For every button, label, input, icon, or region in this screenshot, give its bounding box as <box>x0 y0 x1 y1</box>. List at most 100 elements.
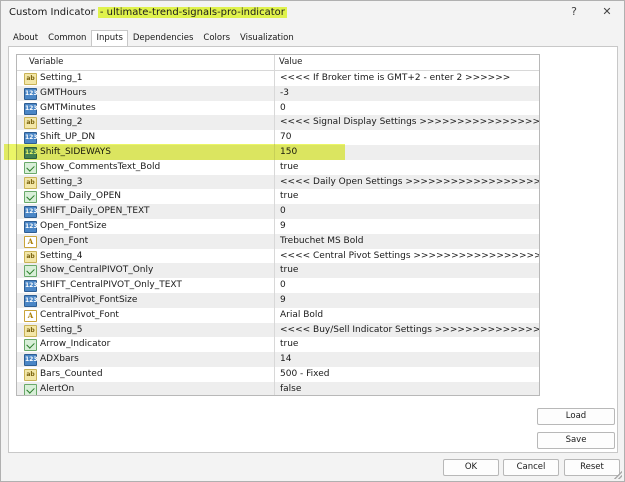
variable-cell[interactable]: 123 Shift_UP_DN <box>17 130 275 145</box>
tab-colors[interactable]: Colors <box>198 30 235 46</box>
string-type-icon: ab <box>24 176 37 189</box>
table-row[interactable]: 123 Open_FontSize 9 <box>17 218 539 234</box>
variable-cell[interactable]: ab Setting_2 <box>17 115 275 131</box>
value-cell[interactable]: <<<< Buy/Sell Indicator Settings >>>>>>>… <box>280 323 539 338</box>
window-title-indicator-name: - ultimate-trend-signals-pro-indicator <box>97 7 287 18</box>
variable-name: Show_Daily_OPEN <box>40 191 121 202</box>
value-cell[interactable]: Arial Bold <box>280 308 323 323</box>
table-row[interactable]: ab Setting_5 <<<< Buy/Sell Indicator Setti… <box>17 322 539 338</box>
value-cell[interactable]: true <box>280 160 298 175</box>
variable-cell[interactable]: 123 GMTHours <box>17 85 275 101</box>
value-cell[interactable]: <<<< Central Pivot Settings >>>>>>>>>>>>… <box>280 249 539 264</box>
value-cell[interactable]: <<<< Daily Open Settings >>>>>>>>>>>>>>>… <box>280 175 539 190</box>
reset-button[interactable]: Reset <box>564 459 620 476</box>
title-bar: Custom Indicator - ultimate-trend-signal… <box>1 1 624 25</box>
table-row[interactable]: Show_CommentsText_Bold true <box>17 159 539 175</box>
value-cell[interactable]: 70 <box>280 130 291 145</box>
value-cell[interactable]: 0 <box>280 204 286 219</box>
variable-cell[interactable]: ab Bars_Counted <box>17 366 275 382</box>
inputs-grid: Variable Value ab Setting_1 <<<< If Broker… <box>16 54 540 396</box>
number-type-icon: 123 <box>24 206 38 219</box>
variable-name: Arrow_Indicator <box>40 339 111 350</box>
column-header-value[interactable]: Value <box>274 55 302 70</box>
variable-cell[interactable]: Arrow_Indicator <box>17 337 275 353</box>
variable-cell[interactable]: A CentralPivot_Font <box>17 307 275 323</box>
variable-cell[interactable]: 123 CentralPivot_FontSize <box>17 292 275 308</box>
variable-cell[interactable]: 123 Open_FontSize <box>17 218 275 234</box>
table-row[interactable]: Arrow_Indicator true <box>17 337 539 353</box>
variable-cell[interactable]: 123 GMTMinutes <box>17 100 275 116</box>
value-cell[interactable]: 9 <box>280 219 286 234</box>
table-row[interactable]: 123 SHIFT_Daily_OPEN_TEXT 0 <box>17 204 539 219</box>
inputs-panel: Variable Value ab Setting_1 <<<< If Broker… <box>8 46 618 453</box>
value-cell[interactable]: Trebuchet MS Bold <box>280 234 363 249</box>
variable-cell[interactable]: Show_CommentsText_Bold <box>17 159 275 175</box>
value-cell[interactable]: 500 - Fixed <box>280 367 329 382</box>
table-row[interactable]: A CentralPivot_Font Arial Bold <box>17 307 539 323</box>
variable-cell[interactable]: ab Setting_5 <box>17 322 275 338</box>
variable-cell[interactable]: Show_CentralPIVOT_Only <box>17 263 275 279</box>
tab-common[interactable]: Common <box>43 30 91 46</box>
table-row[interactable]: ab Setting_3 <<<< Daily Open Settings >>>>… <box>17 174 539 190</box>
value-cell[interactable]: -3 <box>280 86 289 101</box>
value-cell[interactable]: true <box>280 189 298 204</box>
help-button[interactable]: ? <box>560 3 588 21</box>
table-row[interactable]: 123 ADXbars 14 <box>17 352 539 367</box>
table-row[interactable]: Show_CentralPIVOT_Only true <box>17 263 539 279</box>
table-row[interactable]: 123 SHIFT_CentralPIVOT_Only_TEXT 0 <box>17 278 539 293</box>
tab-strip: About Common Inputs Dependencies Colors … <box>8 30 299 47</box>
variable-cell[interactable]: 123 SHIFT_CentralPIVOT_Only_TEXT <box>17 278 275 293</box>
ok-button[interactable]: OK <box>443 459 499 476</box>
table-row[interactable]: 123 GMTMinutes 0 <box>17 100 539 116</box>
variable-name: CentralPivot_FontSize <box>40 294 138 305</box>
value-cell[interactable]: true <box>280 263 298 278</box>
tab-visualization[interactable]: Visualization <box>235 30 299 46</box>
tab-inputs[interactable]: Inputs <box>91 30 128 47</box>
tab-about[interactable]: About <box>8 30 43 46</box>
tab-dependencies[interactable]: Dependencies <box>128 30 199 46</box>
variable-name: Show_CommentsText_Bold <box>40 161 161 172</box>
variable-name: ADXbars <box>40 354 79 365</box>
table-row[interactable]: 123 CentralPivot_FontSize 9 <box>17 292 539 308</box>
value-cell[interactable]: true <box>280 337 298 352</box>
string-type-icon: ab <box>24 368 37 381</box>
variable-cell[interactable]: Show_Daily_OPEN <box>17 189 275 205</box>
variable-name: SHIFT_CentralPIVOT_Only_TEXT <box>40 280 182 291</box>
value-cell[interactable]: 0 <box>280 278 286 293</box>
table-row[interactable]: 123 GMTHours -3 <box>17 85 539 101</box>
table-row[interactable]: Show_Daily_OPEN true <box>17 189 539 205</box>
variable-name: Setting_2 <box>40 117 83 128</box>
value-cell[interactable]: false <box>280 382 301 395</box>
variable-cell[interactable]: A Open_Font <box>17 233 275 249</box>
string-type-icon: ab <box>24 117 37 130</box>
variable-name: CentralPivot_Font <box>40 309 119 320</box>
table-row[interactable]: AlertOn false <box>17 381 539 395</box>
value-cell[interactable]: 14 <box>280 352 291 367</box>
variable-cell[interactable]: ab Setting_1 <box>17 71 275 86</box>
load-button[interactable]: Load <box>537 408 615 425</box>
value-cell[interactable]: <<<< Signal Display Settings >>>>>>>>>>>… <box>280 115 539 130</box>
variable-name: Show_CentralPIVOT_Only <box>40 265 154 276</box>
value-cell[interactable]: 9 <box>280 293 286 308</box>
table-row[interactable]: ab Setting_4 <<<< Central Pivot Settings >… <box>17 248 539 264</box>
variable-cell[interactable]: 123 ADXbars <box>17 352 275 367</box>
close-button[interactable]: ✕ <box>593 3 621 21</box>
variable-cell[interactable]: ab Setting_4 <box>17 248 275 264</box>
variable-cell[interactable]: AlertOn <box>17 381 275 395</box>
value-cell[interactable]: 0 <box>280 101 286 116</box>
highlight-marker <box>4 144 345 160</box>
variable-cell[interactable]: ab Setting_3 <box>17 174 275 190</box>
variable-name: Bars_Counted <box>40 368 103 379</box>
resize-grip-icon[interactable] <box>614 471 622 479</box>
save-button[interactable]: Save <box>537 432 615 449</box>
value-cell[interactable]: <<<< If Broker time is GMT+2 - enter 2 >… <box>280 71 510 86</box>
table-row[interactable]: ab Bars_Counted 500 - Fixed <box>17 366 539 382</box>
table-row[interactable]: ab Setting_1 <<<< If Broker time is GMT+2 … <box>17 71 539 86</box>
column-header-variable[interactable]: Variable <box>29 55 63 70</box>
table-row[interactable]: A Open_Font Trebuchet MS Bold <box>17 233 539 249</box>
table-row[interactable]: 123 Shift_UP_DN 70 <box>17 130 539 145</box>
table-row[interactable]: ab Setting_2 <<<< Signal Display Settings … <box>17 115 539 131</box>
number-type-icon: 123 <box>24 87 38 100</box>
variable-cell[interactable]: 123 SHIFT_Daily_OPEN_TEXT <box>17 204 275 219</box>
cancel-button[interactable]: Cancel <box>503 459 559 476</box>
